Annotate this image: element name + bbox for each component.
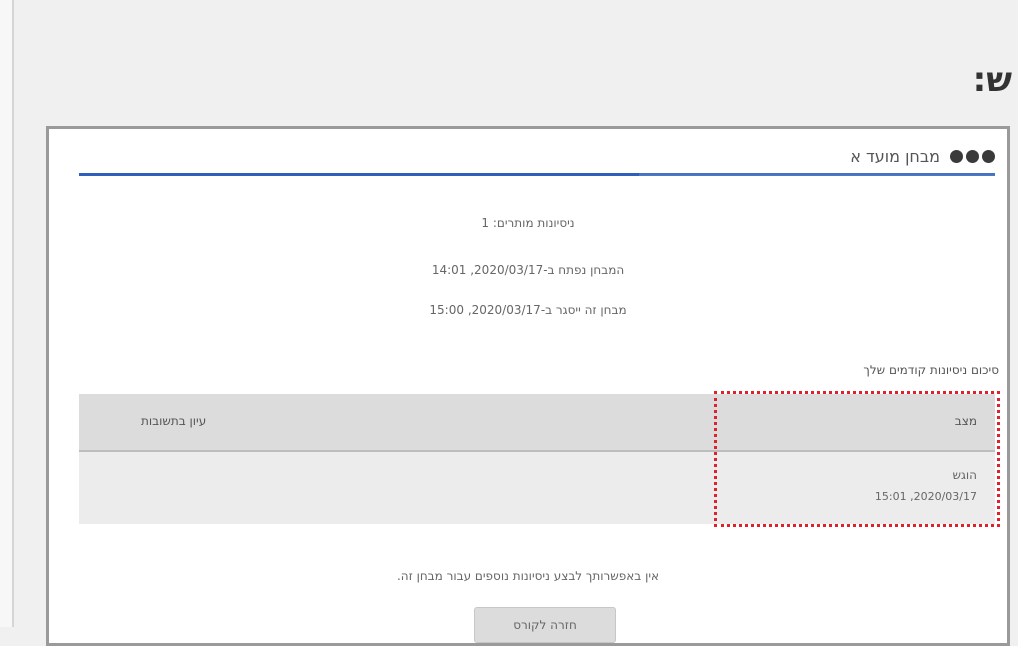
quiz-card: מבחן מועד א ניסיונות מותרים: 1 המבחן נפת… — [46, 126, 1010, 646]
dot-icon — [982, 150, 995, 163]
back-to-course-button[interactable]: חזרה לקורס — [474, 607, 616, 643]
quiz-icon — [950, 150, 995, 163]
submitted-date: 2020/03/17, 15:01 — [874, 490, 977, 503]
status-text: הוגש — [952, 468, 977, 482]
attempts-allowed: ניסיונות מותרים: 1 — [481, 216, 575, 230]
review-column-header: עיון בתשובות — [141, 414, 207, 428]
quiz-opened: המבחן נפתח ב-2020/03/17, 14:01 — [431, 263, 625, 277]
status-cell: הוגש 2020/03/17, 15:01 — [875, 468, 977, 503]
attempts-table: מצב עיון בתשובות הוגש 2020/03/17, 15:01 — [79, 394, 995, 524]
no-more-attempts-note: אין באפשרותך לבצע ניסיונות נוספים עבור מ… — [396, 569, 660, 583]
page-title: ש: — [972, 60, 1012, 100]
status-column-header: מצב — [954, 414, 977, 428]
summary-title: סיכום ניסיונות קודמים שלך — [863, 363, 999, 377]
card-header: מבחן מועד א — [850, 147, 995, 166]
table-header: מצב עיון בתשובות — [79, 394, 995, 452]
title-accent-left — [79, 173, 639, 176]
quiz-title: מבחן מועד א — [850, 147, 940, 166]
title-accent-right — [635, 173, 995, 176]
quiz-closed: מבחן זה ייסגר ב-2020/03/17, 15:00 — [429, 303, 627, 317]
table-row: הוגש 2020/03/17, 15:01 — [79, 452, 995, 524]
dot-icon — [966, 150, 979, 163]
dot-icon — [950, 150, 963, 163]
left-border — [0, 0, 14, 627]
